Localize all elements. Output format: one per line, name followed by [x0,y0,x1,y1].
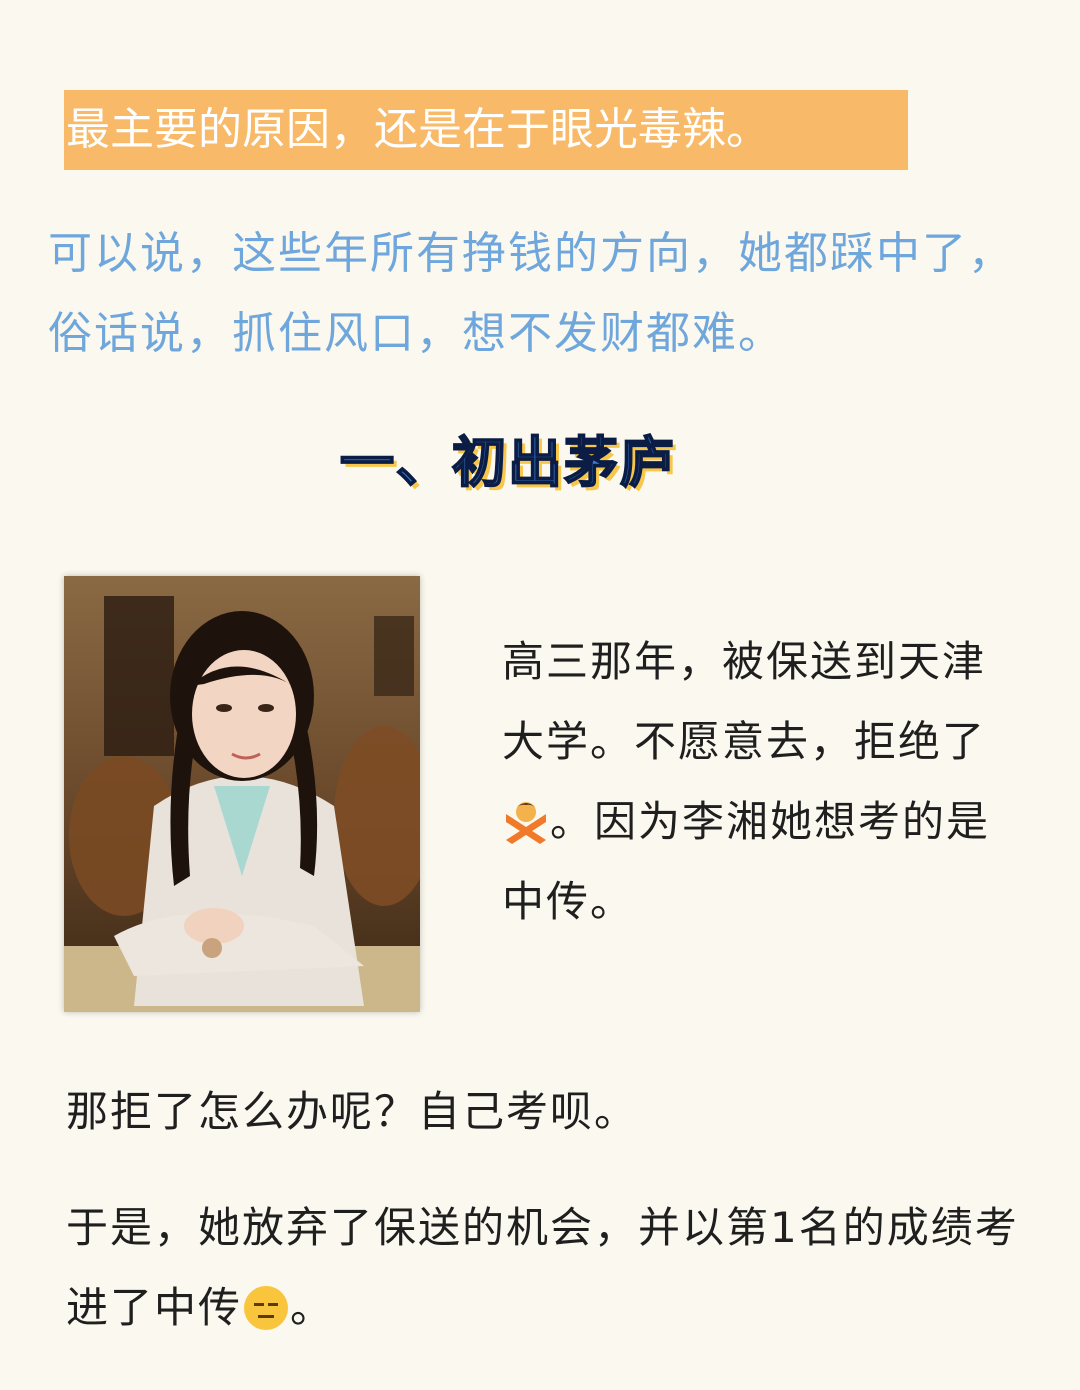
portrait-photo [64,576,420,1012]
section-heading: 一、初出茅庐 [339,430,676,495]
side-text-part2: 。因为李湘她想考的是中传。 [502,797,991,926]
portrait-illustration [64,576,420,1012]
side-paragraph: 高三那年，被保送到天津大学。不愿意去，拒绝了。因为李湘她想考的是中传。 [502,622,1022,942]
paragraph-2-text: 于是，她放弃了保送的机会，并以第1名的成绩考进了中传 [66,1203,1019,1332]
person-gesturing-no-icon [502,790,550,844]
highlight-text: 最主要的原因，还是在于眼光毒辣。 [66,104,770,155]
expressionless-face-icon [242,1278,290,1330]
intro-paragraph: 可以说，这些年所有挣钱的方向，她都踩中了，俗话说，抓住风口，想不发财都难。 [48,228,1014,359]
paragraph-2: 于是，她放弃了保送的机会，并以第1名的成绩考进了中传。 [66,1188,1036,1348]
paragraph-2-end: 。 [290,1283,335,1332]
paragraph-1: 那拒了怎么办呢？自己考呗。 [66,1087,639,1136]
side-text-part1: 高三那年，被保送到天津大学。不愿意去，拒绝了 [502,637,987,766]
